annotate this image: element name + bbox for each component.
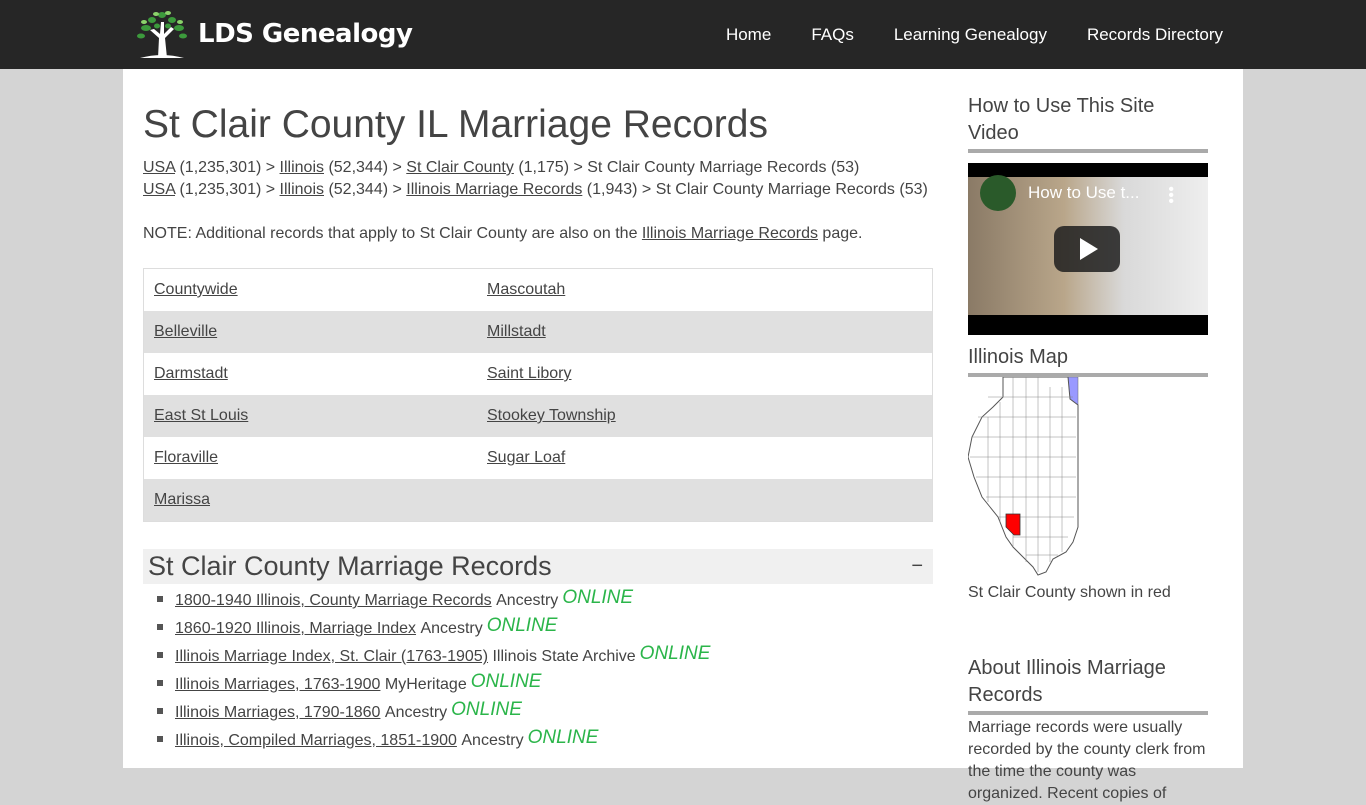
channel-logo-icon [980,175,1016,211]
table-row: East St Louis Stookey Township [144,395,932,437]
nav-learning-genealogy[interactable]: Learning Genealogy [894,25,1047,45]
bullet-icon [157,736,163,742]
location-link[interactable]: Marissa [154,491,210,508]
breadcrumb-count: (1,235,301) > [175,159,280,176]
list-item: Illinois Marriages, 1790-1860 Ancestry ON… [157,698,933,726]
location-link[interactable]: Countywide [154,281,238,298]
breadcrumb-link-st-clair-county[interactable]: St Clair County [406,159,514,176]
location-link[interactable]: Floraville [154,449,218,466]
locations-table: Countywide Mascoutah Belleville Millstad… [143,268,933,522]
play-icon [1080,238,1098,260]
more-options-icon[interactable]: • • • [1168,182,1174,210]
breadcrumb-link-illinois[interactable]: Illinois [280,159,324,176]
video-heading: How to Use This Site Video [968,93,1208,153]
nav-faqs[interactable]: FAQs [811,25,854,45]
record-link[interactable]: 1860-1920 Illinois, Marriage Index [175,615,416,642]
breadcrumb-link-usa[interactable]: USA [143,159,175,176]
map-heading: Illinois Map [968,344,1208,377]
bullet-icon [157,624,163,630]
sidebar: How to Use This Site Video How to Use t.… [967,69,1208,805]
table-row: Countywide Mascoutah [144,269,932,311]
breadcrumb: USA (1,235,301) > Illinois (52,344) > St… [143,157,933,179]
breadcrumb-count: (52,344) > [324,181,407,198]
main-nav: Home FAQs Learning Genealogy Records Dir… [686,0,1223,69]
tree-logo-icon [137,11,187,58]
note-suffix: page. [817,225,863,242]
top-navigation-bar: LDS Genealogy Home FAQs Learning Genealo… [0,0,1366,69]
record-link[interactable]: 1800-1940 Illinois, County Marriage Reco… [175,587,492,614]
record-source: Illinois State Archive [492,648,636,665]
table-row: Darmstadt Saint Libory [144,353,932,395]
list-item: Illinois Marriages, 1763-1900 MyHeritage… [157,670,933,698]
breadcrumb-current: (1,175) > St Clair County Marriage Recor… [513,159,860,176]
online-badge: ONLINE [451,699,522,720]
bullet-icon [157,596,163,602]
online-badge: ONLINE [527,727,599,748]
video-title: How to Use t... [1028,183,1140,202]
bullet-icon [157,652,163,658]
table-row: Floraville Sugar Loaf [144,437,932,479]
record-link[interactable]: Illinois Marriages, 1763-1900 [175,671,380,698]
nav-records-directory[interactable]: Records Directory [1087,25,1223,45]
bullet-icon [157,680,163,686]
breadcrumb-current: (1,943) > St Clair County Marriage Recor… [582,181,928,198]
record-source: MyHeritage [384,676,467,693]
breadcrumb-link-usa[interactable]: USA [143,181,175,198]
about-text: Marriage records were usually recorded b… [968,719,1206,802]
video-player[interactable]: How to Use t... • • • [968,163,1208,335]
location-link[interactable]: East St Louis [154,407,248,424]
table-row: Belleville Millstadt [144,311,932,353]
location-link[interactable]: Belleville [154,323,217,340]
main-column: St Clair County IL Marriage Records USA … [143,69,933,754]
logo-text: LDS Genealogy [198,19,413,49]
illinois-map [967,376,1079,576]
record-link[interactable]: Illinois, Compiled Marriages, 1851-1900 [175,727,457,754]
list-item: 1800-1940 Illinois, County Marriage Reco… [157,586,933,614]
records-list: 1800-1940 Illinois, County Marriage Reco… [143,586,933,754]
note-link-illinois-marriage-records[interactable]: Illinois Marriage Records [642,225,818,242]
nav-home[interactable]: Home [726,25,771,45]
note-text: NOTE: Additional records that apply to S… [143,223,933,245]
collapse-icon[interactable]: − [911,555,923,578]
breadcrumb: USA (1,235,301) > Illinois (52,344) > Il… [143,179,933,201]
about-heading: About Illinois Marriage Records [968,655,1208,715]
record-source: Ancestry [420,620,483,637]
record-link[interactable]: Illinois Marriage Index, St. Clair (1763… [175,643,488,670]
table-row: Marissa [144,479,932,521]
section-header[interactable]: St Clair County Marriage Records − [143,549,933,584]
list-item: 1860-1920 Illinois, Marriage Index Ances… [157,614,933,642]
location-link[interactable]: Millstadt [487,323,546,340]
online-badge: ONLINE [639,643,711,664]
note-prefix: NOTE: Additional records that apply to S… [143,225,642,242]
record-source: Ancestry [384,704,448,721]
list-item: Illinois Marriage Index, St. Clair (1763… [157,642,933,670]
section-title: St Clair County Marriage Records [148,551,552,581]
map-caption: St Clair County shown in red [968,584,1171,601]
bullet-icon [157,708,163,714]
online-badge: ONLINE [470,671,542,692]
record-source: Ancestry [496,592,559,609]
online-badge: ONLINE [562,587,634,608]
record-source: Ancestry [461,732,524,749]
page-title: St Clair County IL Marriage Records [143,103,768,146]
location-link[interactable]: Mascoutah [487,281,565,298]
record-link[interactable]: Illinois Marriages, 1790-1860 [175,699,380,726]
breadcrumb-count: (1,235,301) > [175,181,280,198]
site-logo[interactable]: LDS Genealogy [132,8,413,60]
location-link[interactable]: Saint Libory [487,365,572,382]
play-button[interactable] [1054,226,1120,272]
location-link[interactable]: Stookey Township [487,407,616,424]
breadcrumb-list: USA (1,235,301) > Illinois (52,344) > St… [143,157,933,201]
online-badge: ONLINE [486,615,558,636]
location-link[interactable]: Darmstadt [154,365,228,382]
breadcrumb-link-illinois-marriage-records[interactable]: Illinois Marriage Records [406,181,582,198]
page-content: St Clair County IL Marriage Records USA … [123,69,1243,802]
breadcrumb-count: (52,344) > [324,159,407,176]
location-link[interactable]: Sugar Loaf [487,449,565,466]
list-item: Illinois, Compiled Marriages, 1851-1900 … [157,726,933,754]
breadcrumb-link-illinois[interactable]: Illinois [280,181,324,198]
